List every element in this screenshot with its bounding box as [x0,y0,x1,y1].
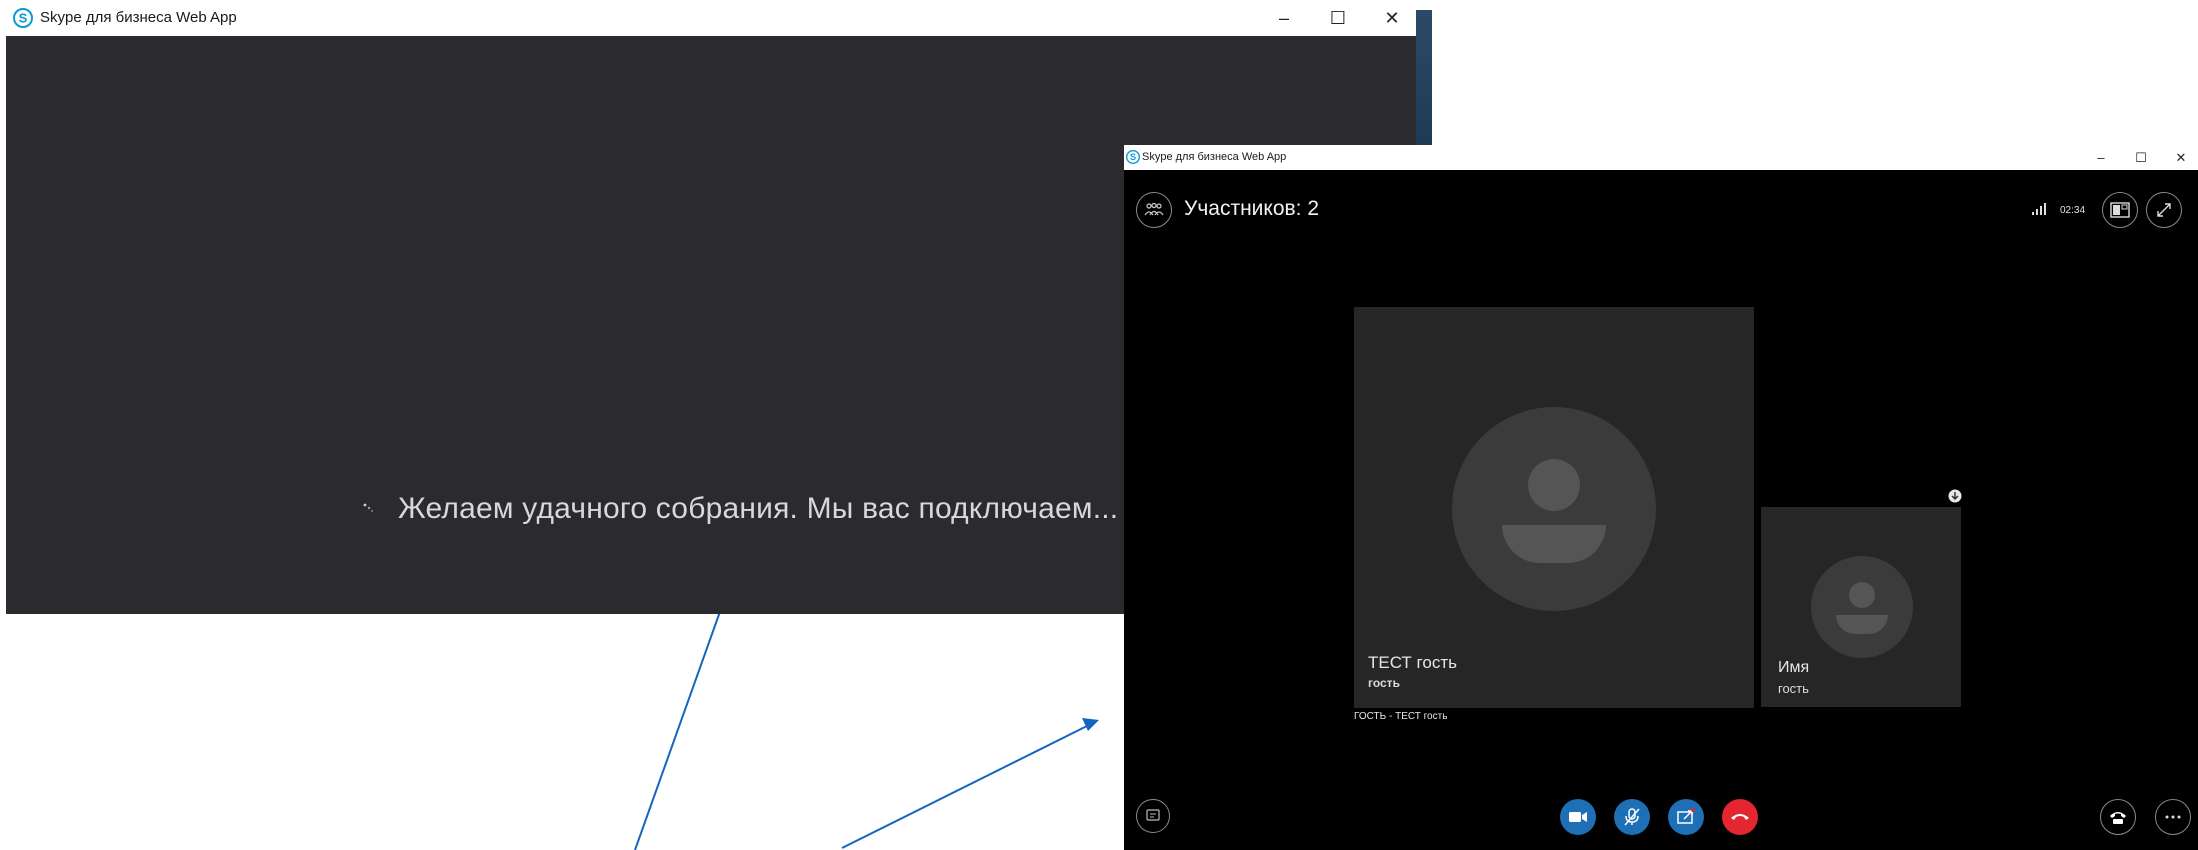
meeting-window: S Skype для бизнеса Web App – ☐ ✕ Участн… [1124,145,2198,850]
video-camera-icon [1569,812,1587,822]
active-speaker-caption: ГОСТЬ - ТЕСТ гость [1354,711,1448,722]
signal-strength-icon [2032,203,2046,215]
background-window-edge [1416,10,1432,150]
maximize-button[interactable]: ☐ [2126,147,2156,168]
close-button[interactable]: ✕ [1372,4,1412,32]
window-title: Skype для бизнеса Web App [40,9,237,26]
minimize-button[interactable]: – [2086,147,2116,168]
participant-name: ТЕСТ гость [1368,653,1457,672]
participant-tile-secondary[interactable]: Имя гость [1761,507,1961,707]
video-button[interactable] [1560,799,1596,835]
skype-logo-icon: S [1126,150,1140,164]
pin-down-icon[interactable] [1948,489,1962,503]
hang-up-icon [1731,814,1749,820]
avatar-icon [1452,407,1656,611]
screen-share-icon [1677,808,1695,824]
close-button[interactable]: ✕ [2166,147,2196,168]
hang-up-button[interactable] [1722,799,1758,835]
participant-role: гость [1368,676,1400,690]
loading-message: Желаем удачного собрания. Мы вас подключ… [398,492,1119,525]
microphone-muted-icon [1624,808,1640,826]
call-controls-button[interactable] [2100,799,2136,835]
people-icon [1144,202,1164,216]
expand-icon [2157,203,2171,217]
more-options-button[interactable] [2155,799,2191,835]
call-timer: 02:34 [2060,205,2086,216]
maximize-button[interactable]: ☐ [1318,4,1358,32]
title-bar: S Skype для бизнеса Web App – ☐ ✕ [1124,145,2198,170]
participant-role: гость [1778,681,1809,696]
title-bar: S Skype для бизнеса Web App – ☐ ✕ [0,0,1416,36]
phone-icon [2110,812,2126,824]
minimize-button[interactable]: – [1264,4,1304,32]
avatar-icon [1811,556,1913,658]
participant-name: Имя [1778,659,1810,676]
svg-text:S: S [1130,152,1136,162]
fullscreen-button[interactable] [2146,192,2182,228]
present-button[interactable] [1668,799,1704,835]
loading-indicator: Желаем удачного собрания. Мы вас подключ… [362,492,1118,526]
layout-button[interactable] [2102,192,2138,228]
participants-button[interactable] [1136,192,1172,228]
layout-icon [2110,202,2130,218]
window-title: Skype для бизнеса Web App [1142,151,1287,163]
chat-icon [1146,809,1160,821]
chat-button[interactable] [1136,799,1170,833]
participant-tile-main[interactable]: ТЕСТ гость гость [1354,307,1754,708]
svg-text:S: S [19,11,28,26]
participants-count: Участников: 2 [1184,197,1320,220]
spinner-icon [363,503,374,513]
arrow-head [1082,718,1099,731]
arrow-line-to-loading [634,605,723,850]
skype-logo-icon: S [13,8,33,28]
more-options-icon [2165,815,2181,819]
arrow-line-to-meeting [841,721,1096,849]
mute-button[interactable] [1614,799,1650,835]
